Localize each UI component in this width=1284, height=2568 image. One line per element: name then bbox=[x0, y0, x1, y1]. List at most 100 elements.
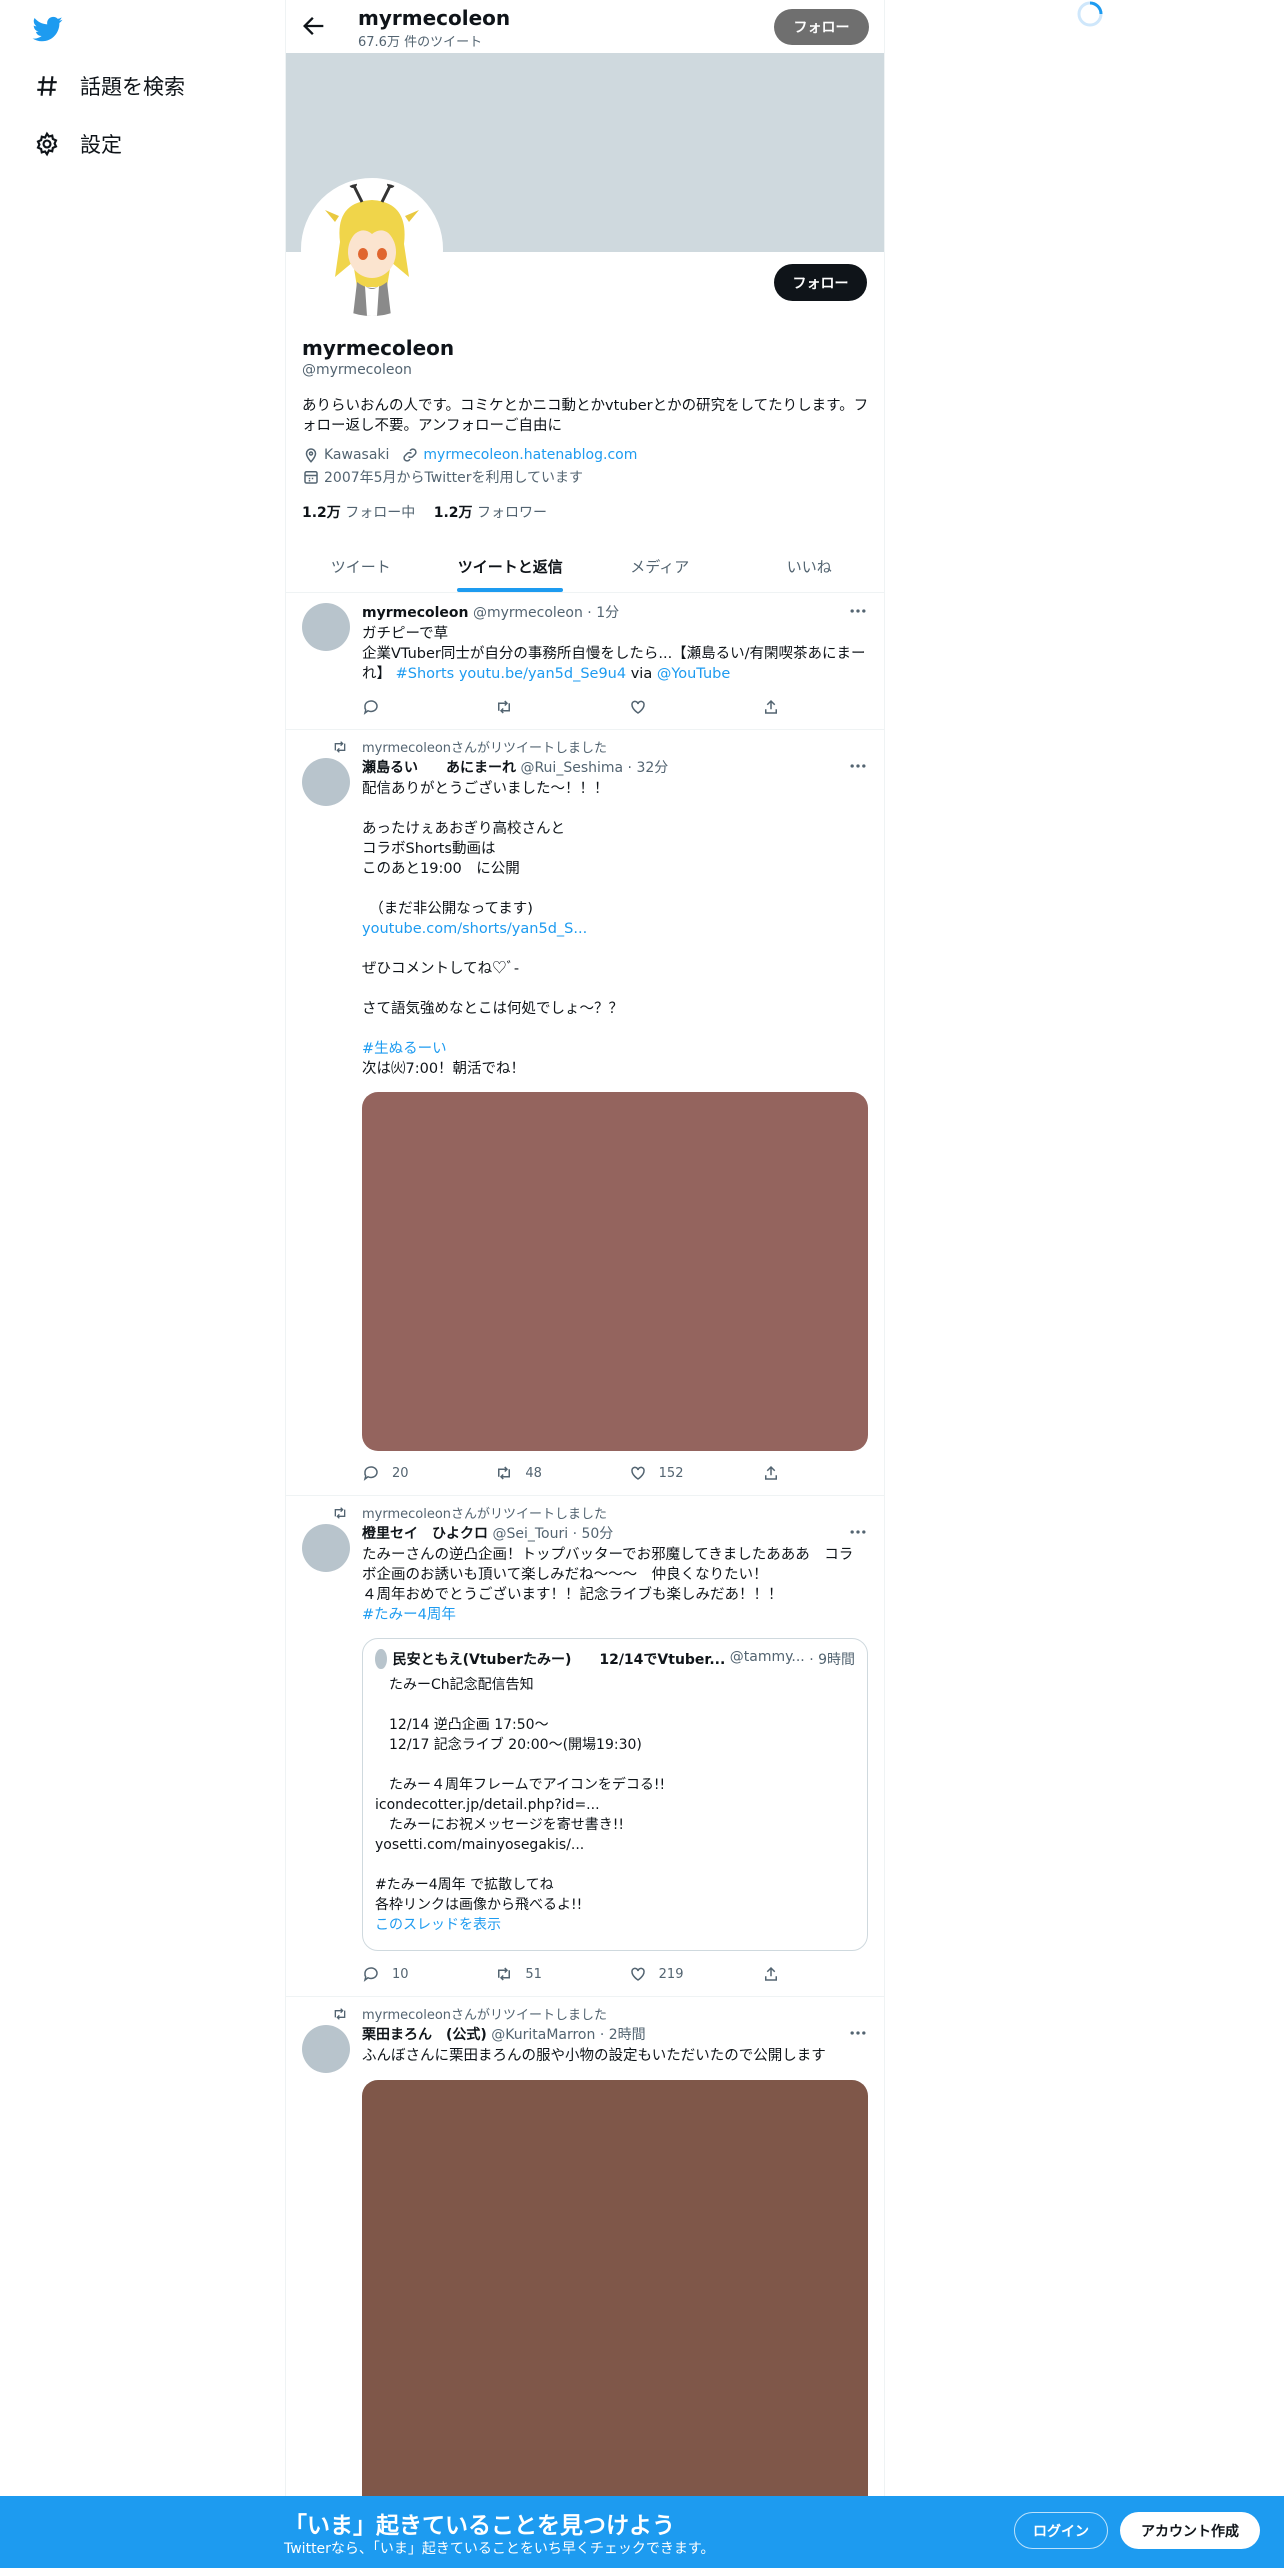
create-account-button[interactable]: アカウント作成 bbox=[1120, 2512, 1260, 2549]
profile-column: myrmecoleon 67.6万 件のツイート フォロー フォロー myrme… bbox=[285, 0, 885, 2568]
mention-link[interactable]: @YouTube bbox=[657, 666, 730, 682]
reply-icon bbox=[363, 700, 378, 715]
following-label: フォロー中 bbox=[345, 505, 416, 521]
retweet-button[interactable] bbox=[495, 697, 628, 717]
reply-button[interactable]: 10 bbox=[362, 1964, 495, 1984]
show-thread-link[interactable]: このスレッドを表示 bbox=[375, 1917, 501, 1933]
left-navigation: 話題を検索 設定 bbox=[0, 0, 285, 2568]
follow-button[interactable]: フォロー bbox=[774, 264, 867, 301]
retweet-button[interactable]: 51 bbox=[495, 1964, 628, 1984]
tweet-media-image[interactable] bbox=[362, 1092, 868, 1451]
retweeted-by: myrmecoleonさんがリツイートしました bbox=[332, 1503, 607, 1522]
following-link[interactable]: 1.2万 フォロー中 bbox=[302, 505, 415, 521]
tweet-avatar[interactable] bbox=[302, 1524, 350, 1572]
gear-icon bbox=[36, 131, 58, 157]
tweet-header: 瀬島るい あにまーれ @Rui_Seshima · 32分 bbox=[362, 757, 867, 777]
tab-likes[interactable]: いいね bbox=[735, 540, 885, 592]
tweet[interactable]: myrmecoleonさんがリツイートしました 瀬島るい あにまーれ @Rui_… bbox=[286, 731, 884, 1496]
reply-button[interactable]: 20 bbox=[362, 1463, 495, 1483]
retweet-button[interactable]: 48 bbox=[495, 1463, 628, 1483]
tweet-author-name[interactable]: 栗田まろん (公式) bbox=[362, 2027, 487, 2043]
retweeted-by: myrmecoleonさんがリツイートしました bbox=[332, 737, 607, 756]
tweet-avatar[interactable] bbox=[302, 603, 350, 651]
reply-button[interactable] bbox=[362, 697, 495, 717]
following-count: 1.2万 bbox=[302, 505, 341, 521]
followers-label: フォロワー bbox=[476, 505, 547, 521]
quoted-url: icondecotter.jp/detail.php?id=... bbox=[375, 1797, 600, 1813]
tab-media[interactable]: メディア bbox=[585, 540, 735, 592]
share-button[interactable] bbox=[762, 697, 792, 717]
like-count: 152 bbox=[658, 1465, 684, 1481]
hashtag-link[interactable]: #たみー4周年 bbox=[362, 1607, 456, 1623]
retweeted-by-text[interactable]: myrmecoleonさんがリツイートしました bbox=[362, 2004, 607, 2023]
tweet-author-name[interactable]: 瀬島るい あにまーれ bbox=[362, 760, 516, 776]
tweet-text: たみーさんの逆凸企画！トップバッターでお邪魔してきましたあああ コラボ企画のお誘… bbox=[362, 1545, 867, 1625]
login-button[interactable]: ログイン bbox=[1014, 2512, 1108, 2549]
quoted-tweet[interactable]: 民安ともえ(Vtuberたみー) 12/14でVtuber... @tammy.… bbox=[362, 1638, 868, 1951]
share-icon bbox=[764, 1465, 777, 1480]
tweet-text: ガチピーで草 企業VTuber同士が自分の事務所自慢をしたら...【瀬島るい/有… bbox=[362, 624, 867, 684]
loading-spinner-icon bbox=[1077, 1, 1103, 27]
tweet-time[interactable]: · 1分 bbox=[587, 605, 619, 621]
tweet-author-handle[interactable]: @KuritaMarron bbox=[491, 2027, 595, 2043]
profile-bio: ありらいおんの人です。コミケとかニコ動とかvtuberとかの研究をしてたりします… bbox=[302, 398, 869, 434]
retweeted-by-text[interactable]: myrmecoleonさんがリツイートしました bbox=[362, 1503, 607, 1522]
retweet-icon bbox=[498, 700, 511, 714]
profile-avatar[interactable] bbox=[301, 178, 443, 320]
quoted-text-block: たみーにお祝メッセージを寄せ書き!! bbox=[375, 1817, 624, 1833]
tweet-avatar[interactable] bbox=[302, 758, 350, 806]
twitter-bird-icon[interactable] bbox=[30, 14, 66, 44]
tweet-header: 橙里セイ ひよクロ @Sei_Touri · 50分 bbox=[362, 1523, 867, 1543]
hashtag-link[interactable]: #Shorts bbox=[396, 666, 455, 682]
tweet-actions bbox=[362, 697, 792, 717]
hashtag-link[interactable]: #生ぬるーい bbox=[362, 1041, 447, 1057]
tweet-text: ふんぼさんに栗田まろんの服や小物の設定もいただいたので公開します bbox=[362, 2048, 826, 2064]
tweet-actions: 10 51 219 bbox=[362, 1964, 792, 1984]
tweet-author-name[interactable]: 橙里セイ ひよクロ bbox=[362, 1526, 488, 1542]
tweet-author-handle[interactable]: @myrmecoleon bbox=[473, 605, 583, 621]
header-follow-button[interactable]: フォロー bbox=[774, 9, 869, 45]
quoted-text-block: #たみー4周年 で拡散してね 各枠リンクは画像から飛べるよ!! bbox=[375, 1877, 583, 1913]
share-icon bbox=[764, 699, 777, 714]
url-link[interactable]: youtu.be/yan5d_Se9u4 bbox=[459, 666, 626, 682]
hashtag-icon bbox=[37, 76, 57, 96]
tweet-time[interactable]: · 50分 bbox=[573, 1526, 614, 1542]
nav-settings-label: 設定 bbox=[80, 133, 122, 157]
tweet[interactable]: myrmecoleonさんがリツイートしました 栗田まろん (公式) @Kuri… bbox=[286, 1998, 884, 2568]
heart-icon bbox=[630, 1466, 645, 1480]
share-button[interactable] bbox=[762, 1964, 792, 1984]
profile-header-bar: myrmecoleon 67.6万 件のツイート フォロー bbox=[286, 0, 884, 53]
tab-tweets[interactable]: ツイート bbox=[286, 540, 436, 592]
tweet-author-handle[interactable]: @Sei_Touri bbox=[492, 1526, 568, 1542]
tweet-time[interactable]: · 2時間 bbox=[600, 2027, 646, 2043]
url-link[interactable]: youtube.com/shorts/yan5d_S... bbox=[362, 921, 587, 937]
link-icon bbox=[403, 448, 418, 462]
followers-link[interactable]: 1.2万 フォロワー bbox=[434, 505, 547, 521]
nav-settings[interactable]: 設定 bbox=[34, 124, 122, 164]
share-icon bbox=[764, 1966, 777, 1981]
tweet-media-image[interactable] bbox=[362, 2080, 868, 2568]
header-profile-name: myrmecoleon bbox=[358, 6, 511, 30]
tweet[interactable]: myrmecoleonさんがリツイートしました 橙里セイ ひよクロ @Sei_T… bbox=[286, 1497, 884, 1997]
profile-website-link[interactable]: myrmecoleon.hatenablog.com bbox=[423, 447, 637, 463]
nav-explore-label: 話題を検索 bbox=[80, 75, 185, 99]
nav-explore[interactable]: 話題を検索 bbox=[34, 66, 185, 106]
tweet[interactable]: myrmecoleon @myrmecoleon · 1分 ガチピーで草 企業V… bbox=[286, 593, 884, 730]
retweeted-by-text[interactable]: myrmecoleonさんがリツイートしました bbox=[362, 737, 607, 756]
retweet-icon bbox=[498, 1967, 511, 1981]
tweet-body: 瀬島るい あにまーれ @Rui_Seshima · 32分 配信ありがとうござい… bbox=[362, 757, 867, 1079]
like-button[interactable] bbox=[629, 697, 762, 717]
tweet-avatar[interactable] bbox=[302, 2025, 350, 2073]
like-button[interactable]: 219 bbox=[629, 1964, 762, 1984]
tweet-time[interactable]: · 32分 bbox=[628, 760, 669, 776]
share-button[interactable] bbox=[762, 1463, 792, 1483]
tweet-text: 配信ありがとうございました〜！！！ あったけぇあおぎり高校さんと コラボShor… bbox=[362, 779, 867, 1079]
back-arrow-icon[interactable] bbox=[300, 12, 328, 40]
tab-tweets-and-replies[interactable]: ツイートと返信 bbox=[436, 540, 586, 592]
tweet-author-name[interactable]: myrmecoleon bbox=[362, 605, 469, 621]
tweet-author-handle[interactable]: @Rui_Seshima bbox=[520, 760, 623, 776]
reply-count: 20 bbox=[392, 1465, 409, 1481]
like-button[interactable]: 152 bbox=[629, 1463, 762, 1483]
reply-count: 10 bbox=[392, 1966, 409, 1982]
heart-icon bbox=[630, 700, 645, 714]
